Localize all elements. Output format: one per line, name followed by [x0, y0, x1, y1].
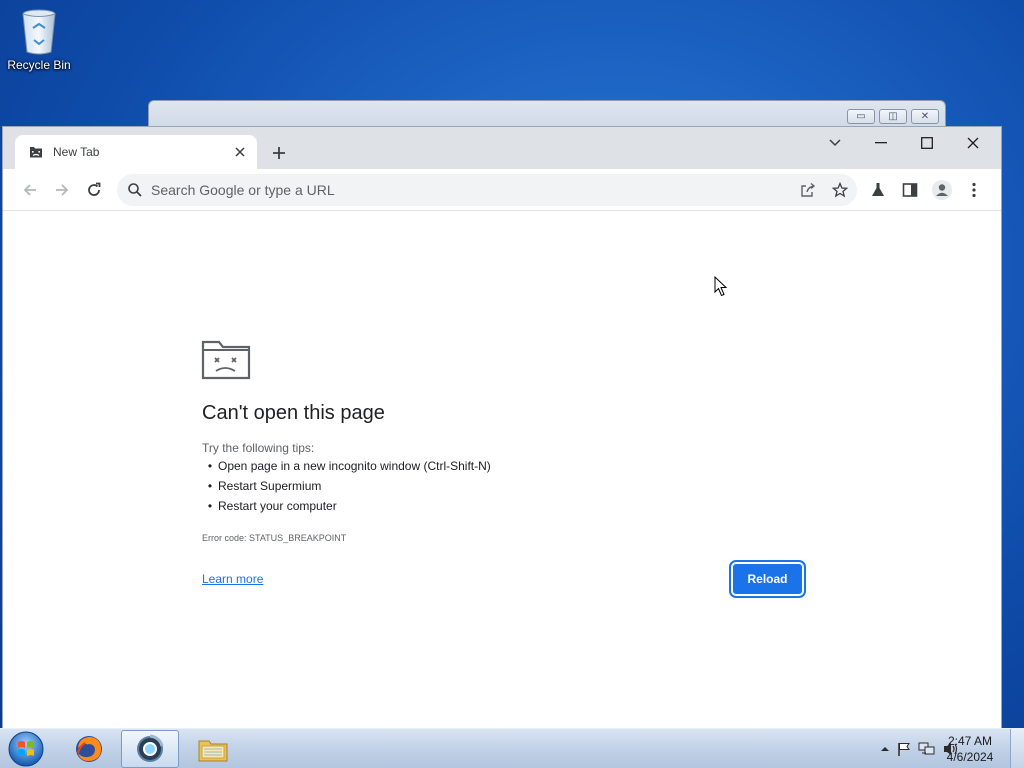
taskbar-item-supermium[interactable]: [121, 730, 179, 768]
profile-icon: [932, 180, 952, 200]
action-center-flag-icon[interactable]: [896, 741, 912, 757]
file-explorer-icon: [198, 740, 228, 762]
side-panel-button[interactable]: [897, 177, 923, 203]
learn-more-link[interactable]: Learn more: [202, 572, 263, 586]
taskbar-clock[interactable]: 2:47 AM 4/6/2024: [942, 733, 998, 765]
tab-new-tab[interactable]: New Tab: [15, 135, 257, 169]
taskbar: 2:47 AM 4/6/2024: [0, 728, 1024, 768]
clock-time: 2:47 AM: [947, 734, 993, 748]
network-icon[interactable]: [918, 741, 936, 757]
restore-icon[interactable]: ◫: [879, 109, 907, 124]
minimize-button[interactable]: [859, 129, 903, 157]
firefox-icon: [76, 736, 102, 762]
maximize-button[interactable]: [905, 129, 949, 157]
address-input[interactable]: [151, 180, 751, 200]
taskbar-item-file-explorer[interactable]: [184, 730, 242, 768]
browser-toolbar: [3, 169, 1001, 211]
menu-icon: [972, 182, 976, 198]
omnibox[interactable]: [117, 174, 857, 206]
tray-expand-icon[interactable]: [880, 745, 890, 753]
clock-date: 4/6/2024: [946, 750, 994, 764]
sad-folder-icon: [29, 145, 43, 164]
browser-window: New Tab Search Google or type a URL Can'…: [2, 126, 1002, 731]
taskbar-item-firefox[interactable]: [60, 730, 118, 768]
tip-item: Restart Supermium: [202, 476, 491, 496]
back-arrow-icon: [23, 184, 36, 196]
tab-title: New Tab: [53, 145, 100, 159]
tips-list: Open page in a new incognito window (Ctr…: [202, 456, 491, 516]
reload-button[interactable]: Reload: [729, 560, 806, 598]
sad-folder-icon: [201, 338, 253, 387]
close-icon[interactable]: ✕: [911, 109, 939, 124]
mouse-cursor-icon: [714, 276, 728, 297]
menu-button[interactable]: [961, 177, 987, 203]
tips-heading: Try the following tips:: [202, 441, 315, 455]
close-icon: [967, 137, 979, 149]
desktop-icon-label: Recycle Bin: [7, 58, 71, 72]
profile-button[interactable]: [929, 177, 955, 203]
recycle-bin-icon: [22, 9, 56, 55]
forward-arrow-icon: [56, 184, 69, 196]
reload-toolbar-button[interactable]: [81, 177, 107, 203]
minimize-icon[interactable]: ▭: [847, 109, 875, 124]
error-title: Can't open this page: [202, 402, 385, 424]
maximize-icon: [921, 137, 933, 149]
star-icon[interactable]: [829, 179, 851, 201]
share-icon[interactable]: [797, 179, 819, 201]
tab-strip: New Tab: [3, 127, 1001, 169]
tip-item: Open page in a new incognito window (Ctr…: [202, 456, 491, 476]
labs-button[interactable]: [865, 177, 891, 203]
back-button[interactable]: [17, 177, 43, 203]
reload-icon: [88, 182, 101, 196]
plus-icon: [273, 147, 285, 159]
chevron-down-icon: [829, 139, 841, 147]
tab-search-button[interactable]: [813, 129, 857, 157]
close-button[interactable]: [951, 129, 995, 157]
forward-button[interactable]: [49, 177, 75, 203]
labs-flask-icon: [872, 183, 884, 196]
background-window-controls: ▭ ◫ ✕: [847, 109, 939, 124]
error-code: Error code: STATUS_BREAKPOINT: [202, 533, 347, 543]
tip-item: Restart your computer: [202, 496, 491, 516]
desktop-icon-recycle-bin[interactable]: Recycle Bin: [6, 6, 72, 72]
search-icon: [127, 182, 143, 203]
start-orb-icon: [8, 731, 44, 767]
start-button[interactable]: [6, 730, 46, 768]
side-panel-icon: [902, 183, 918, 197]
minimize-icon: [875, 142, 887, 144]
new-tab-button[interactable]: [265, 139, 293, 167]
show-desktop-button[interactable]: [1010, 729, 1024, 768]
error-page: Can't open this page Try the following t…: [3, 212, 1001, 731]
supermium-icon: [137, 734, 164, 762]
tab-close-icon[interactable]: [231, 143, 249, 161]
